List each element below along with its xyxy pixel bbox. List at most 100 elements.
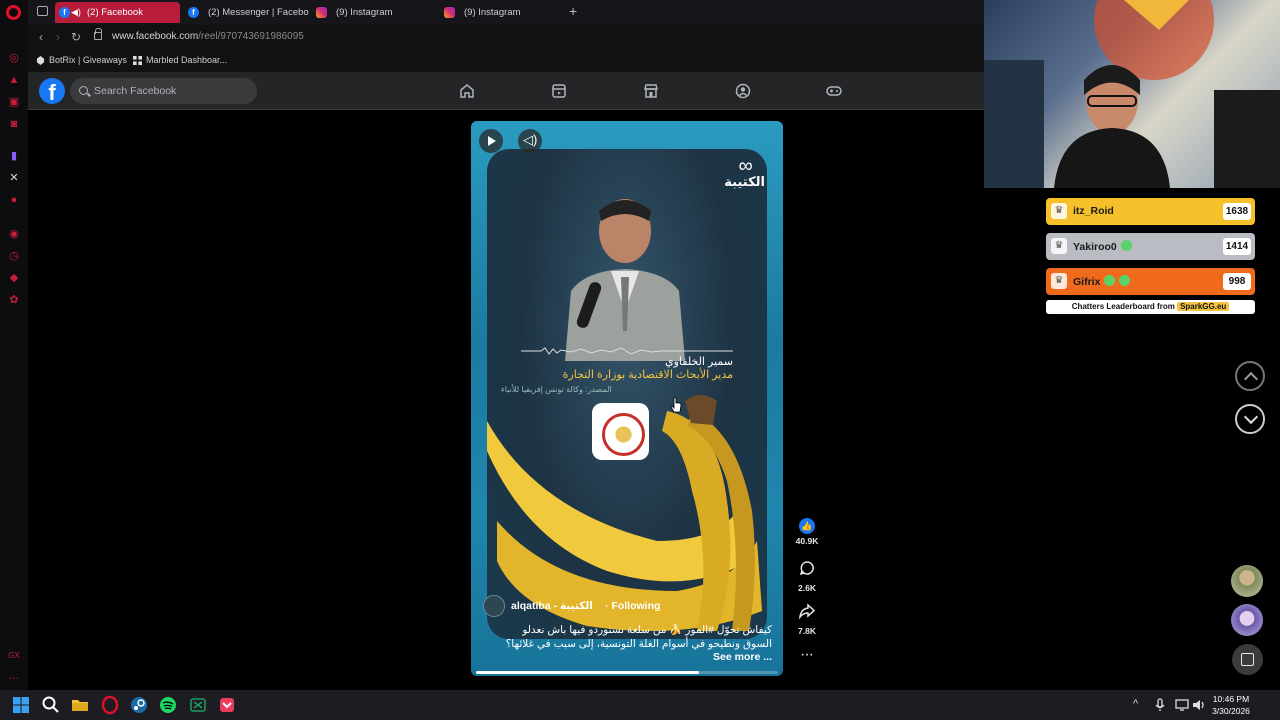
video-progress-bar[interactable] [476, 671, 778, 674]
brand-name: الكتيبة [724, 174, 765, 189]
facebook-logo[interactable]: f [39, 78, 65, 104]
youtube-sidebar-icon[interactable]: ● [8, 194, 20, 206]
comment-button[interactable]: 2.6K [793, 560, 821, 593]
speaker-name: سمير الخلفاوي [664, 356, 733, 368]
mouse-cursor-icon [670, 397, 682, 413]
new-message-button[interactable] [1232, 644, 1263, 675]
more-sidebar-icon[interactable]: … [8, 670, 20, 682]
author-name[interactable]: alqatiba - الكتيبة [511, 600, 593, 612]
tab-facebook[interactable]: f ◀) (2) Facebook [55, 2, 180, 23]
tray-overflow-icon[interactable]: ^ [1133, 698, 1138, 710]
reels-icon[interactable] [551, 83, 567, 99]
crown-icon: ♛ [1051, 203, 1067, 219]
x-sidebar-icon[interactable]: ✕ [8, 172, 20, 184]
tab-menu-icon[interactable] [37, 6, 48, 16]
see-more-link[interactable]: See more ... [713, 651, 772, 663]
volume-button[interactable]: ◁) [518, 129, 542, 153]
instagram-sidebar-icon[interactable]: ◙ [8, 118, 20, 130]
leaderboard-footer-brand: SparkGG.eu [1177, 302, 1230, 311]
aria-icon[interactable]: ◎ [8, 52, 20, 64]
play-button[interactable] [479, 129, 503, 153]
back-icon[interactable]: ‹ [34, 30, 48, 44]
extensions-icon[interactable]: ◆ [8, 272, 20, 284]
reel-caption: كيفاش تحوّل #الموز 🍌 من سلعة نستوردو فيه… [505, 624, 772, 650]
channel-watermark: ∞ الكتيبة [724, 155, 765, 189]
messenger-sidebar-icon[interactable]: ▣ [8, 96, 20, 108]
reload-icon[interactable]: ↻ [69, 30, 83, 44]
bookmark-botrix[interactable]: BotRix | Giveaways [36, 55, 127, 65]
network-icon[interactable] [1174, 697, 1190, 713]
like-button[interactable]: 👍 40.9K [793, 516, 821, 546]
forward-icon[interactable]: › [51, 30, 65, 44]
badge-icon [1104, 275, 1116, 286]
contact-avatar[interactable] [1231, 604, 1263, 636]
file-explorer-icon[interactable] [70, 695, 90, 715]
speaker-icon: ◁) [523, 132, 538, 147]
share-icon [798, 603, 816, 620]
history-icon[interactable]: ◷ [8, 250, 20, 262]
gaming-icon[interactable] [826, 83, 842, 99]
url-field[interactable]: www.facebook.com/reel/970743691986095 [112, 31, 304, 42]
bookmark-marbled[interactable]: Marbled Dashboar... [133, 55, 227, 65]
badge-icon [1119, 275, 1131, 286]
tab-label: (2) Facebook [87, 7, 143, 18]
reel-video[interactable]: ◁) ∞ الكتيبة سمير الخلفاوي مدير الأبحاث … [471, 121, 783, 676]
search-placeholder: Search Facebook [94, 85, 177, 97]
windows-start-icon[interactable] [11, 695, 31, 715]
tab-label: (2) Messenger | Facebook [208, 7, 309, 18]
bookmark-label: BotRix | Giveaways [49, 55, 127, 65]
share-button[interactable]: 7.8K [793, 603, 821, 636]
shopping-icon[interactable]: ▲ [8, 74, 20, 86]
new-tab-button[interactable]: + [569, 3, 577, 19]
app-icon[interactable] [217, 695, 237, 715]
badge-icon [1120, 240, 1132, 251]
audio-waveform [521, 347, 733, 355]
instagram-icon [444, 7, 455, 18]
groups-icon[interactable] [735, 83, 751, 99]
author-avatar[interactable] [483, 595, 505, 617]
url-path: /reel/970743691986095 [198, 31, 304, 42]
speaker-image [565, 199, 685, 361]
taskbar-clock[interactable]: 10:46 PM 3/30/2026 [1212, 693, 1250, 717]
dashboard-icon [133, 56, 142, 65]
contact-avatar[interactable] [1231, 565, 1263, 597]
spotify-icon[interactable] [158, 695, 178, 715]
leaderboard-name: Gifrix [1073, 276, 1101, 288]
speaker-icon[interactable]: ◀) [71, 2, 81, 23]
home-icon[interactable] [459, 83, 475, 99]
tab-label: (9) Instagram [464, 7, 521, 18]
address-bar: ‹ › ↻ www.facebook.com/reel/970743691986… [28, 25, 984, 50]
next-reel-button[interactable] [1235, 404, 1265, 434]
marketplace-icon[interactable] [643, 83, 659, 99]
gear-icon[interactable]: ✿ [8, 294, 20, 306]
search-icon[interactable] [41, 695, 61, 715]
more-options-button[interactable]: ··· [800, 646, 814, 664]
previous-reel-button[interactable] [1235, 361, 1265, 391]
bookmarks-bar: BotRix | Giveaways Marbled Dashboar... [28, 50, 984, 72]
leaderboard-name: Yakiroo0 [1073, 241, 1117, 253]
leaderboard-entry: ♛ itz_Roid 1638 [1046, 198, 1255, 225]
video-progress-fill [476, 671, 700, 674]
search-input[interactable]: Search Facebook [70, 78, 257, 104]
opera-gx-icon[interactable] [100, 695, 120, 715]
facebook-icon: f [188, 7, 199, 18]
tunisia-seal [592, 403, 649, 460]
steam-icon[interactable] [129, 695, 149, 715]
browser-sidebar: ◎ ▲ ▣ ◙ ▮ ✕ ● ◉ ◷ ◆ ✿ GX … [0, 0, 28, 690]
tab-instagram-1[interactable]: (9) Instagram [312, 2, 437, 23]
following-button[interactable]: · Following [605, 600, 660, 612]
microphone-icon[interactable] [1152, 697, 1168, 713]
leaderboard-footer-text: Chatters Leaderboard from [1071, 302, 1175, 311]
volume-icon[interactable] [1191, 697, 1207, 713]
opera-logo-icon[interactable] [6, 5, 21, 20]
leaderboard-footer: Chatters Leaderboard from SparkGG.eu [1046, 300, 1255, 314]
tab-instagram-2[interactable]: (9) Instagram [440, 2, 565, 23]
xbox-icon[interactable] [188, 695, 208, 715]
crown-icon: ♛ [1051, 273, 1067, 289]
brand-logo-icon: ∞ [738, 155, 753, 177]
settings-sidebar-icon[interactable]: ◉ [8, 228, 20, 240]
gx-icon[interactable]: GX [8, 650, 20, 662]
twitch-sidebar-icon[interactable]: ▮ [8, 150, 20, 162]
tab-messenger[interactable]: f (2) Messenger | Facebook [184, 2, 309, 23]
leaderboard-entry: ♛ Yakiroo0 1414 [1046, 233, 1255, 260]
